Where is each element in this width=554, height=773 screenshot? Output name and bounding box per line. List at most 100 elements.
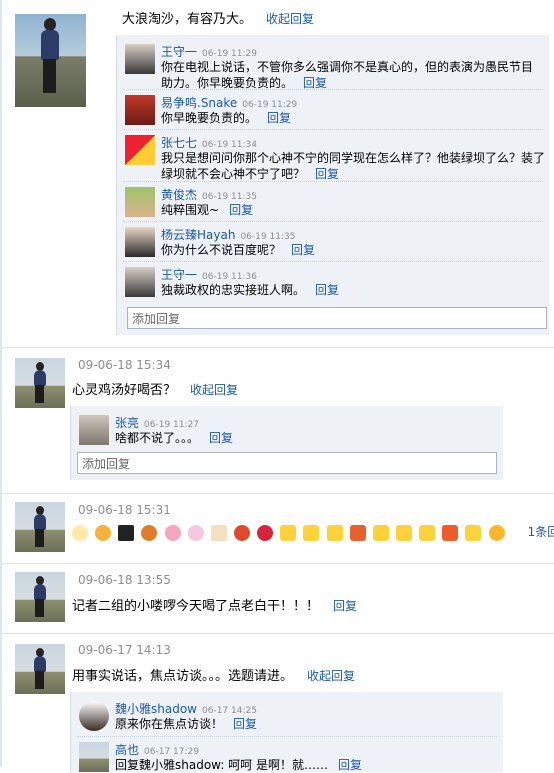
comment-time: 06-19 11:35 [202,192,257,202]
comment-body: 独裁政权的忠实接班人啊。 回复 [161,282,339,298]
comment-text: 独裁政权的忠实接班人啊。 [161,283,306,297]
comment-time: 06-19 11:29 [242,100,298,110]
commenter-name[interactable]: 魏小雅shadow [115,702,197,716]
commenter-avatar[interactable] [125,44,155,74]
awkward-icon [419,524,436,541]
avatar-figure-legs [43,59,56,93]
reply-link[interactable]: 回复 [333,599,357,613]
avatar-figure-body [34,370,46,386]
post-timestamp: 09-06-18 15:34 [78,358,171,372]
post-text-content: 用事实说话，焦点访谈。。。选题请进。 [72,669,294,684]
avatar-figure-body [34,656,46,672]
reply-link[interactable]: 回复 [315,283,339,297]
post-timestamp: 09-06-17 14:13 [78,643,171,657]
surprised-icon [326,524,343,541]
pig-icon [164,524,181,541]
avatar-figure-legs [35,671,44,689]
commenter-name[interactable]: 高也 [115,743,139,757]
commenter-name[interactable]: 杨云臻Hayah [161,228,235,242]
comment-time: 06-17 17:29 [144,747,199,757]
commenter-avatar[interactable] [125,135,155,165]
comment-text: 你在电视上说话，不管你多么强调你不是真心的，但的表演为愚民节目助力。你早晚要负责… [161,60,534,90]
post-5: 09-06-17 14:13 用事实说话，焦点访谈。。。选题请进。 收起回复 魏小… [0,634,554,772]
commenter-name[interactable]: 张亮 [115,416,139,430]
comment-text: 我只是想问问你那个心神不宁的同学现在怎么样了？他装绿坝了么？装了绿坝就不会心神不… [161,151,546,181]
commenter-avatar[interactable] [125,187,155,217]
commenter-avatar[interactable] [79,701,109,731]
angry-icon [349,524,366,541]
comment-text: 回复魏小雅shadow: 呵呵 是啊！就…… [115,758,329,772]
comment-time: 06-19 11:35 [240,232,296,242]
comment: 高也 06-17 17:29 回复魏小雅shadow: 呵呵 是啊！就…… 回复 [77,736,497,773]
comment-body: 你早晚要负责的。 回复 [161,110,291,126]
comment-header: 杨云臻Hayah 06-19 11:35 [161,226,295,243]
comment-time: 06-17 14:25 [202,706,257,716]
reply-input[interactable]: 添加回复 [77,452,497,474]
comment-body: 回复魏小雅shadow: 呵呵 是啊！就…… 回复 [115,757,362,773]
scared-icon [303,524,320,541]
comment-header: 王守一 06-19 11:29 [161,43,257,60]
comment-body: 原来你在焦点访谈！ 回复 [115,716,257,732]
avatar-figure-legs [35,385,44,403]
face-icon [72,524,88,541]
tongue-icon [488,524,505,541]
reply-input[interactable]: 添加回复 [127,307,547,329]
reply-link[interactable]: 回复 [338,758,362,772]
reply-link[interactable]: 回复 [303,76,327,90]
commenter-name[interactable]: 张七七 [161,136,197,150]
cake-icon [210,524,227,541]
comment-header: 高也 06-17 17:29 [115,741,199,758]
comment-time: 06-19 11:27 [144,420,199,430]
comment: 张七七 06-19 11:34 我只是想问问你那个心神不宁的同学现在怎么样了？他装… [123,129,545,182]
post-text: 记者二组的小喽啰今天喝了点老白干！！！ 回复 [72,595,357,614]
commenter-name[interactable]: 易争鸣.Snake [161,96,237,110]
collapse-replies-link[interactable]: 收起回复 [190,383,238,397]
post-avatar[interactable] [15,14,86,107]
collapse-replies-link[interactable]: 收起回复 [266,12,314,26]
reply-link[interactable]: 回复 [209,431,233,445]
reply-link[interactable]: 回复 [267,111,291,125]
commenter-name[interactable]: 黄俊杰 [161,188,197,202]
commenter-name[interactable]: 王守一 [161,45,197,59]
post-timestamp: 09-06-18 13:55 [78,573,171,587]
comment-body: 你在电视上说话，不管你多么强调你不是真心的，但的表演为愚民节目助力。你早晚要负责… [161,59,541,91]
comment: 王守一 06-19 11:29 你在电视上说话，不管你多么强调你不是真心的，但的表… [123,39,543,90]
flower-icon [187,524,204,541]
avatar-figure-body [34,514,46,530]
post-avatar[interactable] [15,644,65,694]
commenter-avatar[interactable] [125,95,155,125]
commenter-avatar[interactable] [79,415,109,445]
post-avatar[interactable] [15,358,65,408]
post-text-content: 记者二组的小喽啰今天喝了点老白干！！！ [72,599,320,614]
collapse-replies-link[interactable]: 收起回复 [307,669,355,683]
comment-header: 魏小雅shadow 06-17 14:25 [115,700,257,717]
commenter-avatar[interactable] [79,742,109,772]
reply-link[interactable]: 回复 [291,243,315,257]
post-text-content: 大浪淘沙，有容乃大。 [122,12,253,27]
comment: 杨云臻Hayah 06-19 11:35 你为什么不说百度呢？ 回复 [123,221,543,260]
comment: 王守一 06-19 11:36 独裁政权的忠实接班人啊。 回复 [123,261,543,300]
comment-text: 原来你在焦点访谈！ [115,717,224,731]
reply-link[interactable]: 回复 [229,203,253,217]
comment-time: 06-19 11:36 [202,272,257,282]
comment-header: 张七七 06-19 11:34 [161,134,257,151]
comment-time: 06-19 11:34 [202,140,257,150]
mad-icon [442,524,459,541]
basketball-icon [141,524,158,541]
post-avatar[interactable] [15,572,65,622]
post-timestamp: 09-06-18 15:31 [78,503,171,517]
avatar-figure-legs [35,529,44,547]
commenter-avatar[interactable] [125,267,155,297]
reply-count-link[interactable]: 1条回复 [528,525,554,539]
comment-body: 我只是想问问你那个心神不宁的同学现在怎么样了？他装绿坝了么？装了绿坝就不会心神不… [161,150,545,182]
microblog-feed: 大浪淘沙，有容乃大。 收起回复 王守一 06-19 11:29 你在电视上说话，不管… [0,0,554,772]
commenter-name[interactable]: 王守一 [161,268,197,282]
post-avatar[interactable] [15,502,65,552]
commenter-avatar[interactable] [125,227,155,257]
reply-link[interactable]: 回复 [315,167,339,181]
comment-body: 你为什么不说百度呢？ 回复 [161,242,315,258]
comment-header: 易争鸣.Snake 06-19 11:29 [161,94,297,111]
reply-link[interactable]: 回复 [233,717,257,731]
magnifier-icon [95,524,112,541]
emoticon-row: 1条回复 [72,523,554,541]
